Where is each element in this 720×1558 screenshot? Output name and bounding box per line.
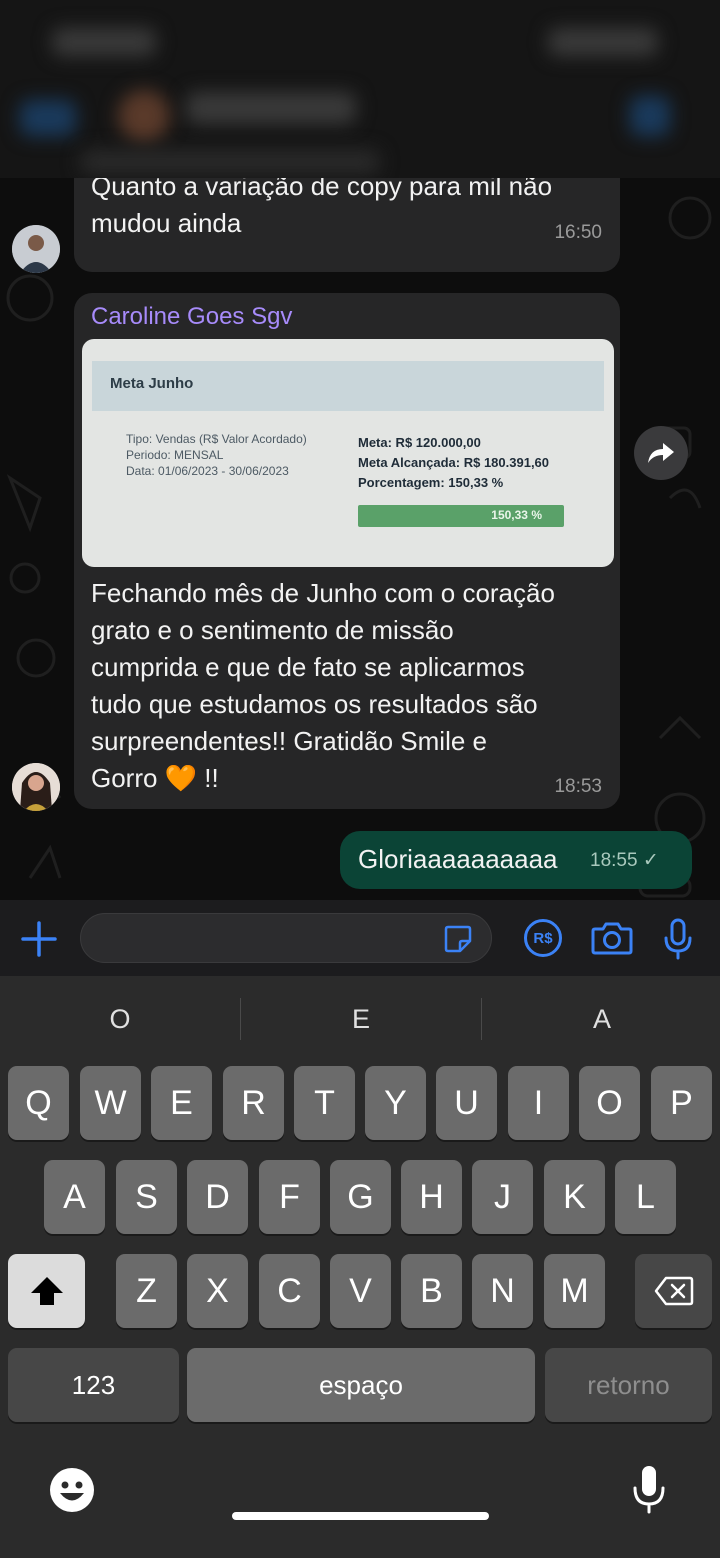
return-key[interactable]: retorno <box>545 1348 712 1422</box>
avatar-photo-icon <box>12 763 60 811</box>
camera-icon[interactable] <box>590 918 634 958</box>
pix-icon[interactable]: R$ <box>524 919 562 957</box>
key-t[interactable]: T <box>294 1066 355 1140</box>
backspace-key[interactable] <box>635 1254 712 1328</box>
message-time: 18:55 ✓ <box>590 850 659 871</box>
message-bubble-incoming[interactable]: Quanto a variação de copy para mil não m… <box>74 178 620 272</box>
key-v[interactable]: V <box>330 1254 391 1328</box>
key-a[interactable]: A <box>44 1160 105 1234</box>
key-m[interactable]: M <box>544 1254 605 1328</box>
back-button-blurred[interactable] <box>20 100 76 136</box>
backspace-icon <box>654 1276 693 1306</box>
key-e[interactable]: E <box>151 1066 212 1140</box>
chat-area[interactable]: Quanto a variação de copy para mil não m… <box>0 178 720 900</box>
forward-icon <box>648 443 674 463</box>
message-text: Gloriaaaaaaaaaa <box>358 844 558 874</box>
message-bubble-outgoing[interactable]: Gloriaaaaaaaaaa 18:55 ✓ <box>340 831 692 889</box>
key-s[interactable]: S <box>116 1160 177 1234</box>
message-input[interactable] <box>80 913 492 963</box>
sender-avatar[interactable] <box>12 763 60 811</box>
call-button-blurred[interactable] <box>630 96 670 136</box>
previous-message-blurred <box>80 150 380 174</box>
status-time-blurred <box>52 28 156 56</box>
emoji-icon[interactable] <box>46 1464 98 1516</box>
key-b[interactable]: B <box>401 1254 462 1328</box>
message-bubble-incoming-image[interactable]: Caroline Goes Sgv Meta Junho Tipo: Venda… <box>74 293 620 809</box>
contact-avatar-blurred[interactable] <box>118 90 170 142</box>
chat-header <box>0 0 720 178</box>
message-time: 18:53 <box>554 776 602 797</box>
avatar-photo-icon <box>12 225 60 273</box>
key-w[interactable]: W <box>80 1066 141 1140</box>
plus-icon[interactable] <box>20 920 58 958</box>
key-l[interactable]: L <box>615 1160 676 1234</box>
suggestion-2[interactable]: E <box>241 976 481 1062</box>
key-d[interactable]: D <box>187 1160 248 1234</box>
message-text: Fechando mês de Junho com o coração grat… <box>91 578 555 793</box>
image-title-band: Meta Junho <box>92 361 604 411</box>
home-indicator[interactable] <box>232 1512 489 1520</box>
shift-arrow-icon <box>30 1277 63 1305</box>
sticker-icon[interactable] <box>441 922 475 956</box>
key-z[interactable]: Z <box>116 1254 177 1328</box>
message-input-bar: R$ <box>0 900 720 976</box>
numbers-key[interactable]: 123 <box>8 1348 179 1422</box>
suggestion-1[interactable]: O <box>0 976 240 1062</box>
sender-avatar[interactable] <box>12 225 60 273</box>
key-q[interactable]: Q <box>8 1066 69 1140</box>
sender-name[interactable]: Caroline Goes Sgv <box>91 303 292 331</box>
message-image[interactable]: Meta Junho Tipo: Vendas (R$ Valor Acorda… <box>82 339 614 567</box>
space-key[interactable]: espaço <box>187 1348 535 1422</box>
forward-button[interactable] <box>634 426 688 480</box>
image-title: Meta Junho <box>110 375 194 392</box>
suggestion-3[interactable]: A <box>482 976 720 1062</box>
key-x[interactable]: X <box>187 1254 248 1328</box>
contact-name-blurred[interactable] <box>186 92 356 124</box>
key-k[interactable]: K <box>544 1160 605 1234</box>
image-progress-bar: 150,33 % <box>358 505 564 527</box>
key-i[interactable]: I <box>508 1066 569 1140</box>
message-text: Quanto a variação de copy para mil não m… <box>91 178 553 238</box>
key-p[interactable]: P <box>651 1066 712 1140</box>
key-o[interactable]: O <box>579 1066 640 1140</box>
key-u[interactable]: U <box>436 1066 497 1140</box>
key-h[interactable]: H <box>401 1160 462 1234</box>
image-goal-values: Meta: R$ 120.000,00 Meta Alcançada: R$ 1… <box>358 435 550 490</box>
message-time: 16:50 <box>554 222 602 243</box>
key-y[interactable]: Y <box>365 1066 426 1140</box>
key-g[interactable]: G <box>330 1160 391 1234</box>
key-r[interactable]: R <box>223 1066 284 1140</box>
key-n[interactable]: N <box>472 1254 533 1328</box>
key-f[interactable]: F <box>259 1160 320 1234</box>
key-c[interactable]: C <box>259 1254 320 1328</box>
microphone-icon[interactable] <box>660 916 696 962</box>
dictation-microphone-icon[interactable] <box>628 1462 670 1516</box>
key-j[interactable]: J <box>472 1160 533 1234</box>
keyboard: O E A Q W E R T Y U I O P A S D F G H J … <box>0 976 720 1558</box>
status-icons-blurred <box>548 28 658 56</box>
delivered-check-icon: ✓ <box>642 850 659 871</box>
image-details: Tipo: Vendas (R$ Valor Acordado) Periodo… <box>126 432 307 478</box>
shift-key[interactable] <box>8 1254 85 1328</box>
